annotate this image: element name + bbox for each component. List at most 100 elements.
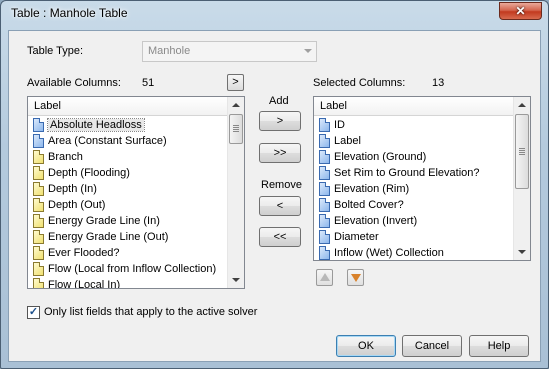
list-item[interactable]: Branch bbox=[28, 149, 227, 165]
selected-header-label: Label bbox=[320, 100, 347, 112]
list-item[interactable]: Inflow (Wet) Collection bbox=[314, 245, 513, 260]
list-item-label: Energy Grade Line (Out) bbox=[48, 231, 169, 243]
ok-button[interactable]: OK bbox=[336, 335, 396, 357]
yellow-doc-icon bbox=[33, 182, 44, 196]
list-item-label: Label bbox=[334, 135, 361, 147]
yellow-doc-icon bbox=[33, 214, 44, 228]
scroll-down-icon[interactable] bbox=[514, 244, 530, 260]
arrow-down-icon bbox=[351, 274, 361, 282]
remove-all-label: << bbox=[273, 231, 287, 243]
list-item-label: ID bbox=[334, 119, 345, 131]
list-item[interactable]: Area (Constant Surface) bbox=[28, 133, 227, 149]
list-item[interactable]: Absolute Headloss bbox=[28, 117, 227, 133]
blue-doc-icon bbox=[319, 118, 330, 132]
solver-filter-label[interactable]: Only list fields that apply to the activ… bbox=[44, 306, 257, 318]
list-item-label: Energy Grade Line (In) bbox=[48, 215, 160, 227]
available-scrollbar[interactable] bbox=[227, 97, 244, 288]
selected-columns-list[interactable]: Label ID Label Elevation (Ground) Set Rim t… bbox=[313, 96, 531, 261]
remove-all-button[interactable]: << bbox=[259, 227, 301, 247]
add-all-button[interactable]: >> bbox=[259, 143, 301, 163]
yellow-doc-icon bbox=[33, 262, 44, 276]
close-button[interactable]: ✕ bbox=[499, 2, 542, 20]
list-item[interactable]: Diameter bbox=[314, 229, 513, 245]
scroll-up-icon[interactable] bbox=[228, 97, 244, 113]
list-item[interactable]: Set Rim to Ground Elevation? bbox=[314, 165, 513, 181]
scroll-up-icon[interactable] bbox=[514, 97, 530, 113]
cancel-label: Cancel bbox=[414, 340, 450, 352]
yellow-doc-icon bbox=[33, 230, 44, 244]
list-item-label: Set Rim to Ground Elevation? bbox=[334, 167, 480, 179]
list-item[interactable]: Elevation (Ground) bbox=[314, 149, 513, 165]
list-item[interactable]: Ever Flooded? bbox=[28, 245, 227, 261]
dialog-body: Table Type: Manhole Available Columns: 5… bbox=[8, 30, 541, 362]
list-item-label: Ever Flooded? bbox=[48, 247, 120, 259]
scroll-thumb[interactable] bbox=[229, 114, 243, 144]
arrow-up-icon bbox=[320, 273, 330, 281]
available-columns-count: 51 bbox=[142, 77, 155, 89]
list-item-label: Absolute Headloss bbox=[47, 118, 145, 132]
remove-label: Remove bbox=[261, 179, 302, 191]
chevron-down-icon bbox=[304, 49, 312, 53]
list-item[interactable]: Flow (Local from Inflow Collection) bbox=[28, 261, 227, 277]
table-type-label: Table Type: bbox=[27, 45, 84, 57]
available-items-container: Absolute Headloss Area (Constant Surface)… bbox=[28, 117, 227, 288]
list-item[interactable]: Depth (Flooding) bbox=[28, 165, 227, 181]
expand-button[interactable]: > bbox=[227, 74, 244, 91]
list-item[interactable]: Label bbox=[314, 133, 513, 149]
solver-filter-checkbox[interactable]: ✓ bbox=[27, 306, 40, 319]
ok-label: OK bbox=[358, 340, 374, 352]
blue-doc-icon bbox=[319, 134, 330, 148]
list-item[interactable]: Energy Grade Line (In) bbox=[28, 213, 227, 229]
list-item[interactable]: Energy Grade Line (Out) bbox=[28, 229, 227, 245]
yellow-doc-icon bbox=[33, 198, 44, 212]
blue-doc-icon bbox=[33, 118, 44, 132]
list-item[interactable]: Bolted Cover? bbox=[314, 197, 513, 213]
list-item[interactable]: ID bbox=[314, 117, 513, 133]
list-item-label: Flow (Local In) bbox=[48, 279, 121, 288]
yellow-doc-icon bbox=[33, 278, 44, 288]
scroll-thumb[interactable] bbox=[515, 114, 529, 189]
available-header-label: Label bbox=[34, 100, 61, 112]
list-item-label: Bolted Cover? bbox=[334, 199, 404, 211]
selected-scrollbar[interactable] bbox=[513, 97, 530, 260]
available-list-header[interactable]: Label bbox=[28, 97, 227, 116]
expand-button-label: > bbox=[232, 76, 239, 88]
title-bar[interactable]: Table : Manhole Table ✕ bbox=[1, 1, 548, 25]
blue-doc-icon bbox=[319, 230, 330, 244]
close-icon: ✕ bbox=[515, 4, 526, 18]
list-item[interactable]: Depth (Out) bbox=[28, 197, 227, 213]
yellow-doc-icon bbox=[33, 150, 44, 164]
list-item-label: Diameter bbox=[334, 231, 379, 243]
scroll-down-icon[interactable] bbox=[228, 272, 244, 288]
list-item-label: Depth (In) bbox=[48, 183, 97, 195]
list-item[interactable]: Depth (In) bbox=[28, 181, 227, 197]
blue-doc-icon bbox=[33, 134, 44, 148]
window-title: Table : Manhole Table bbox=[11, 6, 128, 20]
list-item[interactable]: Elevation (Rim) bbox=[314, 181, 513, 197]
blue-doc-icon bbox=[319, 198, 330, 212]
table-type-select[interactable]: Manhole bbox=[142, 41, 317, 62]
list-item[interactable]: Flow (Local In) bbox=[28, 277, 227, 288]
blue-doc-icon bbox=[319, 214, 330, 228]
add-all-label: >> bbox=[273, 147, 287, 159]
checkmark-icon: ✓ bbox=[28, 306, 39, 318]
list-item-label: Flow (Local from Inflow Collection) bbox=[48, 263, 217, 275]
yellow-doc-icon bbox=[33, 166, 44, 180]
selected-list-header[interactable]: Label bbox=[314, 97, 513, 116]
list-item-label: Elevation (Invert) bbox=[334, 215, 418, 227]
blue-doc-icon bbox=[319, 166, 330, 180]
move-up-button[interactable] bbox=[316, 269, 333, 286]
add-one-label: > bbox=[276, 115, 284, 127]
selected-columns-count: 13 bbox=[432, 77, 445, 89]
cancel-button[interactable]: Cancel bbox=[402, 335, 462, 357]
table-type-value: Manhole bbox=[148, 45, 191, 57]
help-button[interactable]: Help bbox=[469, 335, 529, 357]
remove-one-button[interactable]: < bbox=[259, 196, 301, 216]
add-one-button[interactable]: > bbox=[259, 111, 301, 131]
list-item-label: Elevation (Ground) bbox=[334, 151, 427, 163]
list-item[interactable]: Elevation (Invert) bbox=[314, 213, 513, 229]
move-down-button[interactable] bbox=[347, 269, 364, 286]
available-columns-list[interactable]: Label Absolute Headloss Area (Constant Su… bbox=[27, 96, 245, 289]
list-item-label: Elevation (Rim) bbox=[334, 183, 410, 195]
remove-one-label: < bbox=[276, 200, 284, 212]
